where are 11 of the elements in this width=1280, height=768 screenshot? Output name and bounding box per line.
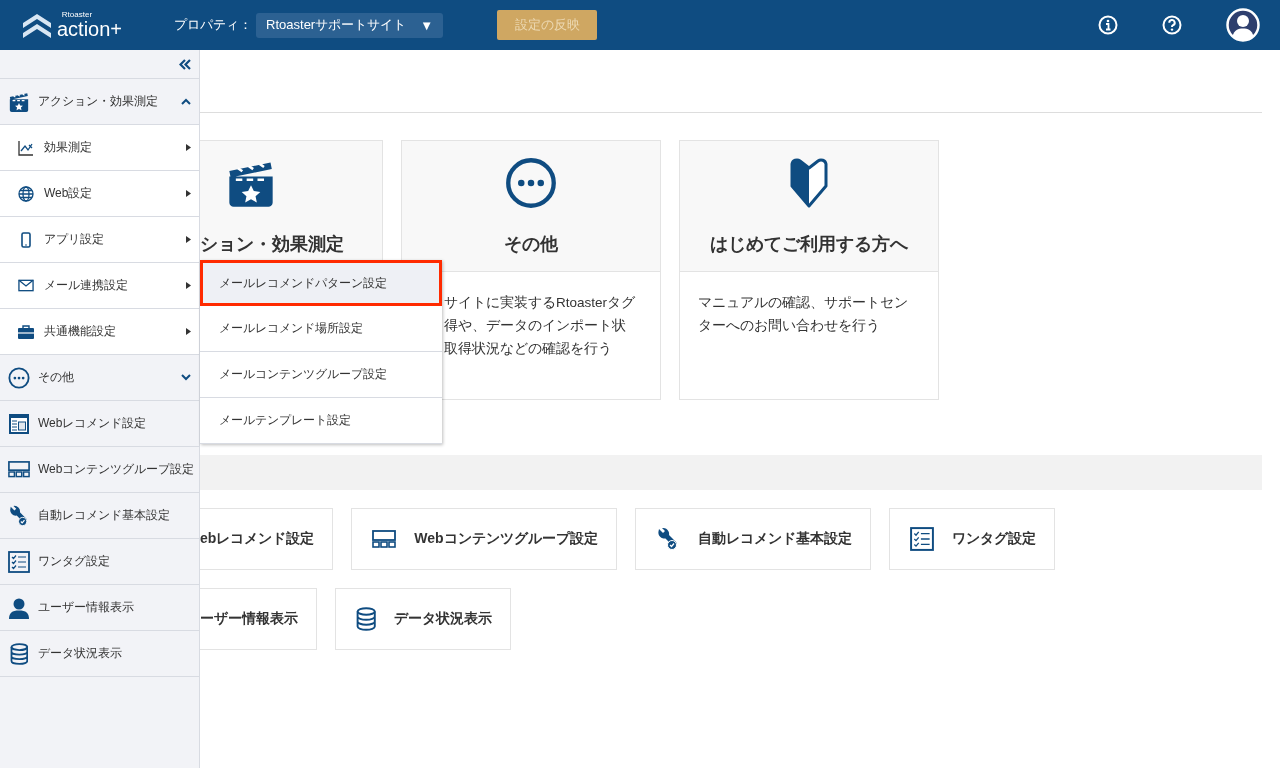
card-title: その他: [504, 233, 558, 256]
property-label: プロパティ：: [174, 16, 253, 34]
card-description: 得や、データのインポート状: [444, 317, 627, 335]
logo-text: action+: [57, 19, 123, 39]
card-title: ション・効果測定: [200, 233, 344, 256]
card-description: マニュアルの確認、サポートセン: [698, 294, 909, 312]
logo-small-text: Rtoaster: [61, 11, 93, 19]
card-title: はじめてご利用する方へ: [710, 233, 908, 256]
card-description: 取得状況などの確認を行う: [444, 340, 613, 358]
card-description: サイトに実装するRtoasterタグ: [444, 294, 637, 312]
card-description: ターへのお問い合わせを行う: [698, 317, 881, 335]
